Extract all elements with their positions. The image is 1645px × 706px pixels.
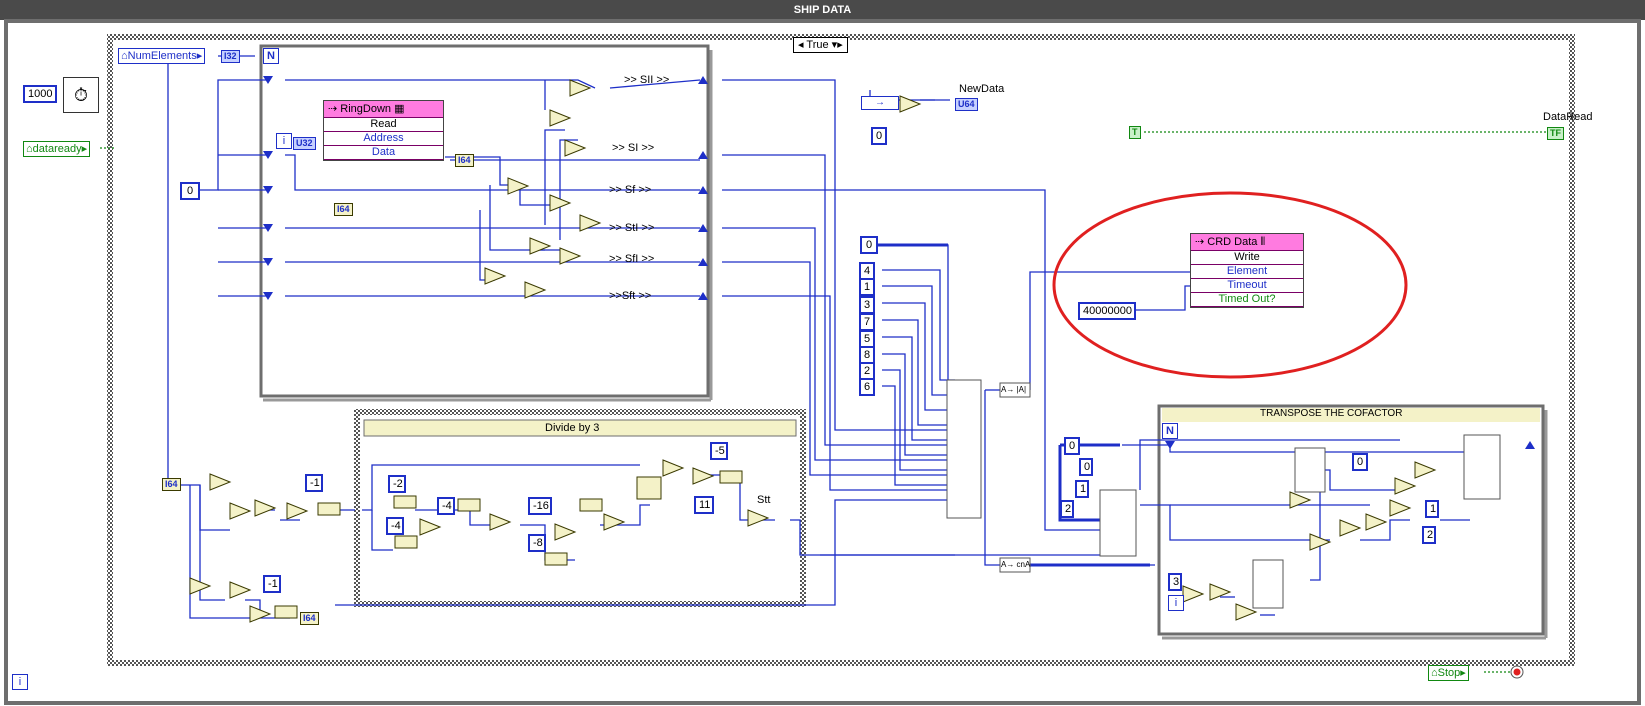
timeout-const[interactable]: 1000 [23,85,57,103]
div-const-i[interactable]: -1 [263,575,281,593]
build-array-const-1[interactable]: 1 [859,278,875,296]
data-read-label: DataRead [1543,111,1593,123]
div-const-e[interactable]: -8 [528,534,546,552]
case-next-arrow[interactable]: ▾▸ [832,39,843,51]
feedback-init-const[interactable]: 0 [871,127,887,145]
array-cofactor-fn: A→ cnA [1001,560,1031,569]
build-array-const-0[interactable]: 0 [860,236,878,254]
ringdown-read: Read [324,118,443,132]
crd-title: CRD Data [1207,236,1258,248]
crd-data-node[interactable]: ⇢ CRD Data ⫴ Write Element Timeout Timed… [1190,233,1304,308]
transpose-index-array [1294,447,1326,493]
shift-register-sf: >> Sf >> [609,184,652,196]
new-data-label: NewData [959,83,1005,95]
num-elements-label: NumElements [127,50,197,62]
dataready-label: dataready [32,143,82,155]
shift-register-sti: >> StI >> [609,222,655,234]
transpose-const-0c[interactable]: 0 [1352,453,1368,471]
build-array-const-6[interactable]: 6 [859,378,875,396]
while-iteration-terminal: i [12,674,28,690]
zero-const[interactable]: 0 [180,182,200,200]
i64-tag: I64 [334,203,353,216]
shift-register-sft: >>Sft >> [609,290,652,302]
transpose-title: TRANSPOSE THE COFACTOR [1260,408,1403,419]
crd-timed-out: Timed Out? [1191,293,1303,307]
i32-indicator: I32 [221,50,240,63]
loop-iteration-terminal: i [276,133,292,149]
shift-register-sii: >> SII >> [624,74,670,86]
crd-header: ⇢ CRD Data ⫴ [1191,234,1303,251]
data-read-indicator: TF [1547,127,1564,140]
div-const-f[interactable]: -1 [305,474,323,492]
case-prev-arrow[interactable]: ◂ [798,39,804,51]
transpose-i-terminal: i [1168,595,1184,611]
stop-control[interactable]: ⌂Stop▸ [1428,665,1469,681]
ringdown-node[interactable]: ⇢ RingDown ▦ Read Address Data [323,100,444,161]
u32-indicator: U32 [293,137,316,150]
u64-indicator: U64 [955,98,978,111]
transpose-const-2b[interactable]: 2 [1422,526,1436,544]
div-const-b[interactable]: -4 [437,497,455,515]
shift-register-sfi: >> SfI >> [609,253,655,265]
divide-by-3-title: Divide by 3 [545,422,600,434]
feedback-node: → [861,96,899,110]
case-selector-value: True [806,39,829,51]
array-determinant-fn: A→ |A| [1001,385,1027,394]
crd-write: Write [1191,251,1303,265]
loop-count-terminal: N [263,48,279,64]
div-const-h[interactable]: 11 [694,496,714,514]
div-const-g[interactable]: -5 [710,442,728,460]
true-const[interactable]: T [1129,126,1141,139]
transpose-const-1b[interactable]: 1 [1425,500,1439,518]
transpose-const-0b[interactable]: 0 [1079,458,1093,476]
block-diagram: SHIP DATA ◂ True ▾▸ 1000 ⏱ ⌂dataready▸ ⌂… [0,0,1645,706]
dataready-control[interactable]: ⌂dataready▸ [23,141,91,157]
transpose-const-1[interactable]: 1 [1075,480,1089,498]
ringdown-data: Data [324,146,443,160]
transpose-build-array [1463,434,1501,500]
transpose-index-array-2 [1252,559,1284,609]
i64-tag-3: I64 [162,478,181,491]
build-array-const-7[interactable]: 7 [859,313,875,331]
div-const-a[interactable]: -2 [388,475,406,493]
transpose-const-3[interactable]: 3 [1168,573,1182,591]
i64-tag-2: I64 [455,154,474,167]
stt-label: Stt [757,494,771,506]
crd-element: Element [1191,265,1303,279]
crd-timeout-const[interactable]: 40000000 [1078,302,1136,320]
index-array-node [1099,489,1137,557]
shift-register-si: >> SI >> [612,142,655,154]
ringdown-address: Address [324,132,443,146]
transpose-n-terminal: N [1162,423,1178,439]
transpose-const-2[interactable]: 2 [1060,500,1074,518]
div-const-c[interactable]: -4 [386,517,404,535]
ringdown-header: ⇢ RingDown ▦ [324,101,443,118]
build-array-node [946,379,982,519]
div-const-d[interactable]: -16 [528,497,552,515]
num-elements-control[interactable]: ⌂NumElements▸ [118,48,206,64]
crd-timeout: Timeout [1191,279,1303,293]
transpose-const-0a[interactable]: 0 [1064,437,1080,455]
ringdown-title: RingDown [340,103,392,115]
i64-tag-4: I64 [300,612,319,625]
case-selector[interactable]: ◂ True ▾▸ [793,37,848,53]
wiring-layer [4,19,1641,705]
wait-timer-icon: ⏱ [63,77,99,113]
stop-label: Stop [1437,667,1461,679]
build-array-const-3[interactable]: 3 [859,296,875,314]
